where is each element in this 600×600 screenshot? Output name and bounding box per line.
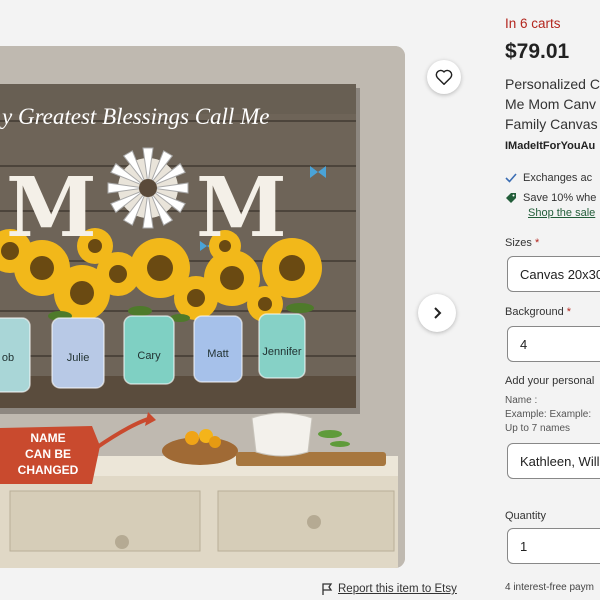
shop-name-link[interactable]: IMadeItForYouAu <box>505 140 595 152</box>
listing-title-line: Me Mom Canv <box>505 96 597 112</box>
personalization-help: Name : <box>505 395 538 406</box>
heart-icon <box>435 69 453 85</box>
sizes-label: Sizes * <box>505 237 540 249</box>
report-item-link[interactable]: Report this item to Etsy <box>322 583 457 595</box>
report-label: Report this item to Etsy <box>338 583 457 595</box>
background-label: Background * <box>505 306 572 318</box>
background-select[interactable]: 4 <box>507 326 600 362</box>
quantity-label: Quantity <box>505 510 546 522</box>
jar-name-label: Cary <box>137 350 161 362</box>
next-image-button[interactable] <box>418 294 456 332</box>
svg-text:CHANGED: CHANGED <box>18 463 79 477</box>
quantity-select[interactable]: 1 <box>507 528 600 564</box>
personalization-help: Up to 7 names <box>505 423 571 434</box>
chevron-right-icon <box>434 307 442 319</box>
jar-name-label: Matt <box>207 348 229 360</box>
price: $79.01 <box>505 40 570 63</box>
personalization-help: Example: Example: <box>505 409 592 420</box>
personalization-label: Add your personal <box>505 375 595 387</box>
jar-name-label: Jennifer <box>262 346 302 358</box>
jar-name-label: ob <box>1 352 15 364</box>
product-photo: y Greatest Blessings Call Me M M NAME CA… <box>0 46 405 568</box>
perk-exchanges: Exchanges ac <box>505 172 592 184</box>
listing-panel: In 6 carts $79.01 Personalized C Me Mom … <box>505 0 600 600</box>
svg-text:M: M <box>196 160 287 256</box>
flag-icon <box>322 583 333 595</box>
favorite-button[interactable] <box>427 60 461 94</box>
sizes-select[interactable]: Canvas 20x30 <box>507 256 600 292</box>
jar-name-label: Julie <box>66 352 90 364</box>
product-image[interactable]: y Greatest Blessings Call Me M M NAME CA… <box>0 46 405 568</box>
shop-the-sale-link[interactable]: Shop the sale <box>528 207 595 219</box>
svg-text:M: M <box>6 160 97 256</box>
tag-icon <box>506 193 516 203</box>
perk-sale: Save 10% whe <box>505 192 596 204</box>
listing-title-line: Personalized C <box>505 76 600 92</box>
svg-text:y Greatest Blessings Call Me: y Greatest Blessings Call Me <box>0 104 269 129</box>
listing-title-line: Family Canvas <box>505 116 598 132</box>
check-icon <box>505 173 517 183</box>
personalization-input[interactable]: Kathleen, Willi <box>507 443 600 479</box>
svg-text:CAN BE: CAN BE <box>25 447 71 461</box>
payments-text: 4 interest-free paym <box>505 582 594 593</box>
svg-text:NAME: NAME <box>30 431 65 445</box>
in-carts-text: In 6 carts <box>505 16 561 31</box>
